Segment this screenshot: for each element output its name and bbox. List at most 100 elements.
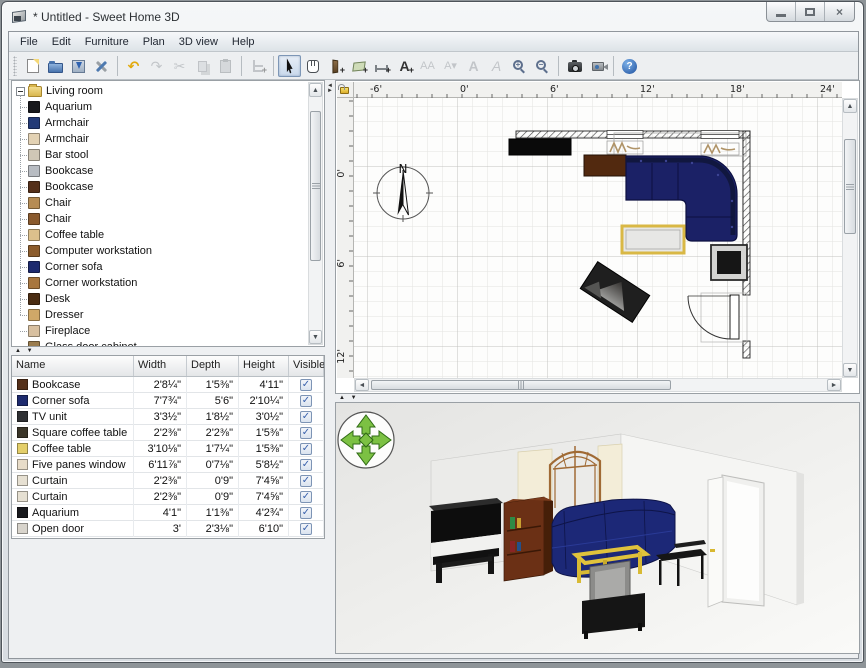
- add-text-button[interactable]: A+: [393, 55, 416, 77]
- title-bar[interactable]: * Untitled - Sweet Home 3D: [2, 2, 863, 31]
- close-button[interactable]: ×: [825, 2, 854, 21]
- plan-aquarium[interactable]: [509, 139, 571, 155]
- scroll-right-icon[interactable]: ►: [827, 379, 841, 391]
- create-walls-button[interactable]: +: [324, 55, 347, 77]
- furniture-row-five-panes-window[interactable]: Five panes window6'11⅞"0'7⅛"5'8½"✓: [12, 457, 324, 473]
- minimize-button[interactable]: [767, 2, 796, 21]
- catalog-item-bar-stool[interactable]: Bar stool: [12, 147, 308, 163]
- pan-tool-button[interactable]: [301, 55, 324, 77]
- catalog-item-aquarium[interactable]: Aquarium: [12, 99, 308, 115]
- maximize-button[interactable]: [796, 2, 825, 21]
- plan-coffee-table-selected[interactable]: [622, 226, 684, 253]
- preferences-button[interactable]: [90, 55, 113, 77]
- scroll-down-icon[interactable]: ▼: [843, 363, 857, 377]
- furniture-row-curtain[interactable]: Curtain2'2⅜"0'9"7'4⅝"✓: [12, 489, 324, 505]
- scroll-left-icon[interactable]: ◄: [355, 379, 369, 391]
- column-header-width[interactable]: Width: [134, 356, 187, 376]
- open-plan-button[interactable]: [44, 55, 67, 77]
- scroll-up-icon[interactable]: ▲: [309, 83, 322, 97]
- toolbar-grip[interactable]: [13, 56, 17, 76]
- scroll-down-icon[interactable]: ▼: [309, 330, 322, 344]
- plan-vertical-scrollbar[interactable]: ▲ ▼: [842, 98, 858, 378]
- visible-checkbox[interactable]: ✓: [300, 507, 312, 519]
- cut-button[interactable]: ✂: [168, 55, 191, 77]
- plan-horizontal-scrollbar[interactable]: ◄ ►: [354, 378, 842, 392]
- create-rooms-button[interactable]: +: [347, 55, 370, 77]
- menu-file[interactable]: File: [13, 34, 45, 50]
- zoom-out-button[interactable]: −: [531, 55, 554, 77]
- plan-canvas[interactable]: N: [354, 98, 842, 378]
- copy-button[interactable]: [191, 55, 214, 77]
- left-right-splitter[interactable]: ◄ ►: [325, 80, 335, 658]
- visible-checkbox[interactable]: ✓: [300, 443, 312, 455]
- visible-checkbox[interactable]: ✓: [300, 395, 312, 407]
- create-photo-button[interactable]: [563, 55, 586, 77]
- catalog-item-bookcase[interactable]: Bookcase: [12, 179, 308, 195]
- plan-hscroll-thumb[interactable]: [371, 380, 671, 390]
- furniture-row-bookcase[interactable]: Bookcase2'8¼"1'5⅜"4'11"✓: [12, 377, 324, 393]
- splitter-collapse-icons[interactable]: ◄ ►: [325, 84, 335, 94]
- catalog-scrollbar[interactable]: ▲▼: [308, 82, 323, 345]
- visible-checkbox[interactable]: ✓: [300, 411, 312, 423]
- save-plan-button[interactable]: [67, 55, 90, 77]
- select-tool-button[interactable]: [278, 55, 301, 77]
- visible-checkbox[interactable]: ✓: [300, 523, 312, 535]
- zoom-in-button[interactable]: +: [508, 55, 531, 77]
- menu-plan[interactable]: Plan: [136, 34, 172, 50]
- column-header-visible[interactable]: Visible: [289, 356, 324, 376]
- catalog-root-living-room[interactable]: Living room: [12, 83, 308, 99]
- visible-checkbox[interactable]: ✓: [300, 475, 312, 487]
- view-3d-panel[interactable]: [335, 402, 860, 654]
- catalog-item-armchair[interactable]: Armchair: [12, 115, 308, 131]
- catalog-item-corner-workstation[interactable]: Corner workstation: [12, 275, 308, 291]
- catalog-item-computer-workstation[interactable]: Computer workstation: [12, 243, 308, 259]
- visible-checkbox[interactable]: ✓: [300, 491, 312, 503]
- furniture-row-corner-sofa[interactable]: Corner sofa7'7¾"5'6"2'10¼"✓: [12, 393, 324, 409]
- new-plan-button[interactable]: [21, 55, 44, 77]
- add-furniture-button[interactable]: +: [246, 55, 269, 77]
- furniture-row-coffee-table[interactable]: Coffee table3'10⅛"1'7¼"1'5⅜"✓: [12, 441, 324, 457]
- catalog-item-glass-door-cabinet[interactable]: Glass door cabinet: [12, 339, 308, 347]
- furniture-row-square-coffee-table[interactable]: Square coffee table2'2⅜"2'2⅜"1'5⅜"✓: [12, 425, 324, 441]
- italic-button[interactable]: A: [485, 55, 508, 77]
- furniture-row-aquarium[interactable]: Aquarium4'1"1'1⅜"4'2¾"✓: [12, 505, 324, 521]
- plan-bookcase[interactable]: [584, 155, 626, 176]
- column-header-name[interactable]: Name: [12, 356, 134, 376]
- plan-vscroll-thumb[interactable]: [844, 139, 856, 234]
- redo-button[interactable]: ↷: [145, 55, 168, 77]
- menu-furniture[interactable]: Furniture: [78, 34, 136, 50]
- catalog-item-fireplace[interactable]: Fireplace: [12, 323, 308, 339]
- furniture-row-tv-unit[interactable]: TV unit3'3½"1'8½"3'0½"✓: [12, 409, 324, 425]
- reduce-text-button[interactable]: A▾: [439, 55, 462, 77]
- catalog-item-chair[interactable]: Chair: [12, 195, 308, 211]
- catalog-item-chair[interactable]: Chair: [12, 211, 308, 227]
- catalog-item-bookcase[interactable]: Bookcase: [12, 163, 308, 179]
- 3d-navigation-compass[interactable]: [338, 412, 394, 468]
- plan-square-coffee-table[interactable]: [711, 245, 747, 280]
- catalog-item-coffee-table[interactable]: Coffee table: [12, 227, 308, 243]
- column-header-depth[interactable]: Depth: [187, 356, 239, 376]
- help-button[interactable]: ?: [618, 55, 641, 77]
- furniture-row-curtain[interactable]: Curtain2'2⅜"0'9"7'4⅝"✓: [12, 473, 324, 489]
- enlarge-text-button[interactable]: AA: [416, 55, 439, 77]
- column-header-height[interactable]: Height: [239, 356, 289, 376]
- catalog-scroll-thumb[interactable]: [310, 111, 321, 261]
- catalog-table-splitter[interactable]: ▲ ▼: [11, 347, 325, 355]
- catalog-item-corner-sofa[interactable]: Corner sofa: [12, 259, 308, 275]
- create-video-button[interactable]: [586, 55, 609, 77]
- visible-checkbox[interactable]: ✓: [300, 459, 312, 471]
- menu-help[interactable]: Help: [225, 34, 262, 50]
- paste-button[interactable]: [214, 55, 237, 77]
- scroll-up-icon[interactable]: ▲: [843, 99, 857, 113]
- catalog-item-armchair[interactable]: Armchair: [12, 131, 308, 147]
- visible-checkbox[interactable]: ✓: [300, 427, 312, 439]
- catalog-item-dresser[interactable]: Dresser: [12, 307, 308, 323]
- create-dimensions-button[interactable]: +: [370, 55, 393, 77]
- visible-checkbox[interactable]: ✓: [300, 379, 312, 391]
- undo-button[interactable]: ↶: [122, 55, 145, 77]
- menu-edit[interactable]: Edit: [45, 34, 78, 50]
- menu-3d-view[interactable]: 3D view: [172, 34, 225, 50]
- furniture-row-open-door[interactable]: Open door3'2'3⅛"6'10"✓: [12, 521, 324, 537]
- bold-button[interactable]: A: [462, 55, 485, 77]
- catalog-item-desk[interactable]: Desk: [12, 291, 308, 307]
